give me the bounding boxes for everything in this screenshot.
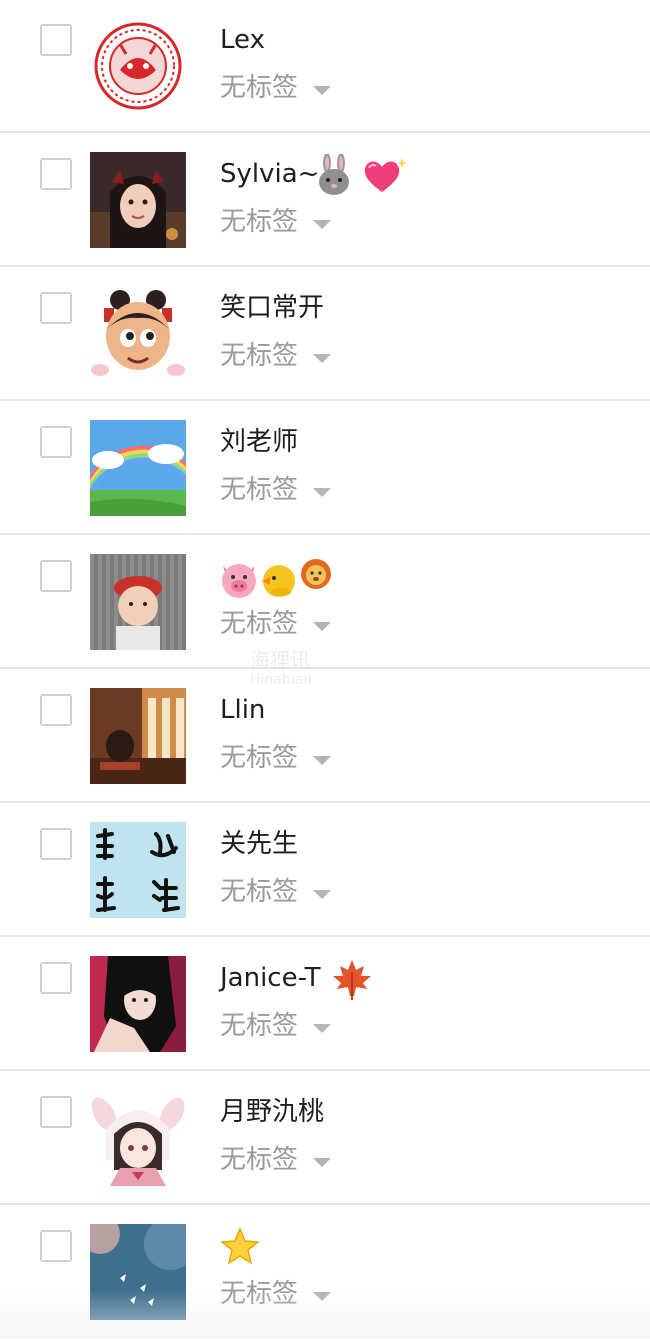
contact-tag-label[interactable]: 无标签 [220, 606, 298, 642]
name-emoji-strip [319, 154, 406, 195]
contact-row[interactable]: 刘老师 无标签 [0, 402, 650, 535]
contact-list: Lex 无标签 Sylvia~ 无标签 笑口常开 无标签 刘老师 无标签 无标签… [0, 0, 650, 1338]
tag-dropdown-caret-icon[interactable] [313, 1158, 331, 1167]
contact-row[interactable]: 关先生 无标签 [0, 804, 650, 937]
select-checkbox[interactable] [40, 158, 72, 190]
contact-avatar[interactable] [90, 152, 186, 248]
select-checkbox[interactable] [40, 694, 72, 726]
maple-leaf-icon [333, 960, 371, 1000]
contact-row[interactable]: Llin 无标签 [0, 670, 650, 803]
contact-tag-label[interactable]: 无标签 [220, 1276, 298, 1312]
baby-chick-icon [262, 565, 295, 597]
tag-dropdown-caret-icon[interactable] [313, 622, 331, 631]
tag-dropdown-caret-icon[interactable] [313, 488, 331, 497]
tag-dropdown-caret-icon[interactable] [313, 354, 331, 363]
select-checkbox[interactable] [40, 292, 72, 324]
contact-row[interactable]: Lex 无标签 [0, 0, 650, 133]
watermark-mark: 海狸讯 [250, 648, 310, 672]
tag-dropdown-caret-icon[interactable] [313, 86, 331, 95]
contact-avatar[interactable] [90, 286, 186, 382]
contact-avatar[interactable] [90, 822, 186, 918]
contact-name: 月野氿桃 [220, 1097, 325, 1127]
contact-avatar[interactable] [90, 554, 186, 650]
contact-row[interactable]: Janice-T 无标签 [0, 938, 650, 1071]
tag-dropdown-caret-icon[interactable] [313, 1292, 331, 1301]
contact-tag-label[interactable]: 无标签 [220, 740, 298, 776]
contact-row[interactable]: 无标签 [0, 1206, 650, 1339]
name-emoji-strip [333, 960, 371, 1000]
watermark-sub: Hinabian [250, 672, 313, 688]
name-emoji-strip [220, 1227, 260, 1265]
contact-avatar[interactable] [90, 18, 186, 114]
contact-name: 笑口常开 [220, 293, 325, 323]
contact-name: Llin [220, 695, 266, 725]
contact-avatar[interactable] [90, 1090, 186, 1186]
name-emoji-strip [222, 559, 331, 598]
contact-name: 关先生 [220, 829, 299, 859]
tag-dropdown-caret-icon[interactable] [313, 890, 331, 899]
contact-tag-label[interactable]: 无标签 [220, 1008, 298, 1044]
contact-tag-label[interactable]: 无标签 [220, 70, 298, 106]
tag-dropdown-caret-icon[interactable] [313, 220, 331, 229]
select-checkbox[interactable] [40, 1096, 72, 1128]
contact-row[interactable]: Sylvia~ 无标签 [0, 134, 650, 267]
contact-avatar[interactable] [90, 420, 186, 516]
contact-tag-label[interactable]: 无标签 [220, 204, 298, 240]
contact-row[interactable]: 笑口常开 无标签 [0, 268, 650, 401]
contact-avatar[interactable] [90, 956, 186, 1052]
contact-avatar[interactable] [90, 1224, 186, 1320]
select-checkbox[interactable] [40, 1230, 72, 1262]
contact-name: Janice-T [220, 963, 321, 993]
contact-row[interactable]: 月野氿桃 无标签 [0, 1072, 650, 1205]
pig-face-icon [222, 564, 256, 598]
contact-tag-label[interactable]: 无标签 [220, 338, 298, 374]
select-checkbox[interactable] [40, 962, 72, 994]
select-checkbox[interactable] [40, 24, 72, 56]
select-checkbox[interactable] [40, 426, 72, 458]
star-icon [220, 1227, 260, 1265]
contact-tag-label[interactable]: 无标签 [220, 874, 298, 910]
tag-dropdown-caret-icon[interactable] [313, 1024, 331, 1033]
contact-tag-label[interactable]: 无标签 [220, 472, 298, 508]
watermark: 海狸讯 Hinabian [250, 650, 312, 690]
contact-row[interactable]: 无标签 [0, 536, 650, 669]
contact-name: 刘老师 [220, 427, 299, 457]
tag-dropdown-caret-icon[interactable] [313, 756, 331, 765]
contact-name: Lex [220, 25, 265, 55]
select-checkbox[interactable] [40, 560, 72, 592]
contact-avatar[interactable] [90, 688, 186, 784]
lion-face-icon [301, 559, 331, 589]
contact-name: Sylvia~ [220, 159, 320, 189]
select-checkbox[interactable] [40, 828, 72, 860]
sparkling-heart-icon [364, 158, 406, 192]
contact-tag-label[interactable]: 无标签 [220, 1142, 298, 1178]
rabbit-face-icon [319, 154, 349, 195]
